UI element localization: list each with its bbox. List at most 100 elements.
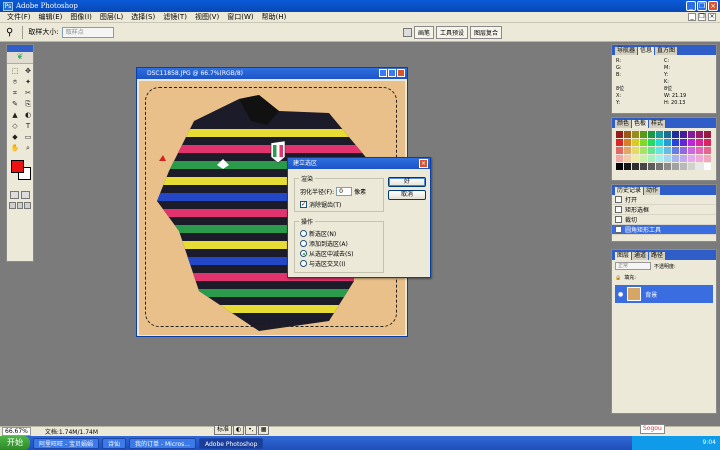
- tab-brushes[interactable]: 画笔: [413, 26, 434, 39]
- document-title-bar[interactable]: DSC11858.JPG @ 66.7%(RGB/8): [137, 68, 407, 79]
- menu-help[interactable]: 帮助(H): [258, 12, 291, 22]
- color-swatch[interactable]: [656, 147, 663, 154]
- menu-select[interactable]: 选择(S): [127, 12, 159, 22]
- color-swatch[interactable]: [632, 131, 639, 138]
- shape-tool-icon[interactable]: ▭: [22, 132, 34, 142]
- lasso-tool-icon[interactable]: ⌾: [9, 77, 21, 87]
- radio-intersect-selection[interactable]: 与选区交叉(I): [300, 259, 345, 268]
- color-swatch[interactable]: [656, 163, 663, 170]
- task-button[interactable]: 诗仙: [101, 437, 126, 449]
- color-swatch[interactable]: [704, 147, 711, 154]
- color-swatch[interactable]: [672, 155, 679, 162]
- color-swatch[interactable]: [656, 155, 663, 162]
- color-swatch[interactable]: [632, 163, 639, 170]
- quick-mask-icon[interactable]: [21, 191, 30, 199]
- color-swatch[interactable]: [616, 147, 623, 154]
- radio-intersect-selection-button[interactable]: [300, 260, 307, 267]
- feather-logo-icon[interactable]: ❦: [7, 52, 33, 64]
- doc-window-minimize-icon[interactable]: [379, 69, 387, 77]
- color-swatch[interactable]: [680, 131, 687, 138]
- toolbox-header[interactable]: [7, 45, 33, 52]
- color-swatch[interactable]: [624, 147, 631, 154]
- color-swatch[interactable]: [696, 147, 703, 154]
- color-swatch[interactable]: [640, 155, 647, 162]
- doc-window-maximize-icon[interactable]: [388, 69, 396, 77]
- tab-navigator[interactable]: 导航器: [615, 47, 638, 55]
- zoom-field[interactable]: 66.67%: [2, 427, 31, 436]
- color-swatch[interactable]: [704, 139, 711, 146]
- zoom-tool-icon[interactable]: ⌕: [22, 143, 34, 153]
- history-item[interactable]: 裁切: [612, 215, 716, 225]
- hand-tool-icon[interactable]: ✋: [9, 143, 21, 153]
- color-swatch[interactable]: [624, 139, 631, 146]
- restore-icon[interactable]: ❐: [697, 1, 707, 11]
- history-item[interactable]: 打开: [612, 195, 716, 205]
- color-swatch[interactable]: [672, 131, 679, 138]
- color-swatch[interactable]: [696, 131, 703, 138]
- tab-swatches[interactable]: 色板: [632, 120, 649, 128]
- palette-well-icon[interactable]: [402, 28, 412, 37]
- type-tool-icon[interactable]: T: [22, 121, 34, 131]
- close-icon[interactable]: ×: [708, 1, 718, 11]
- pen-tool-icon[interactable]: ◆: [9, 132, 21, 142]
- color-swatch[interactable]: [616, 163, 623, 170]
- marquee-tool-icon[interactable]: ⬚: [9, 66, 21, 76]
- tab-layer-comps[interactable]: 图层复合: [469, 26, 502, 39]
- color-swatch[interactable]: [616, 139, 623, 146]
- eye-icon[interactable]: ●: [618, 291, 623, 298]
- dialog-close-icon[interactable]: ×: [419, 159, 428, 168]
- dialog-title-bar[interactable]: 建立选区 ×: [288, 158, 430, 169]
- color-swatch[interactable]: [696, 139, 703, 146]
- color-swatch[interactable]: [648, 147, 655, 154]
- tab-actions[interactable]: 动作: [644, 187, 661, 195]
- color-swatch[interactable]: [672, 139, 679, 146]
- menu-file[interactable]: 文件(F): [3, 12, 35, 22]
- history-item[interactable]: 矩形选框: [612, 205, 716, 215]
- color-swatch[interactable]: [640, 163, 647, 170]
- color-swatch[interactable]: [624, 155, 631, 162]
- lock-icon[interactable]: 🔒: [615, 275, 621, 281]
- stamp-tool-icon[interactable]: ⎘: [22, 99, 34, 109]
- start-button[interactable]: 开始: [0, 436, 30, 450]
- color-swatch[interactable]: [696, 155, 703, 162]
- color-swatch[interactable]: [704, 131, 711, 138]
- color-swatch[interactable]: [688, 139, 695, 146]
- color-swatch[interactable]: [616, 131, 623, 138]
- color-swatch[interactable]: [680, 139, 687, 146]
- screen-mode-standard-icon[interactable]: [9, 202, 16, 209]
- sample-size-select[interactable]: 取样点: [61, 26, 114, 38]
- ime-keyboard-icon[interactable]: ▦: [257, 425, 270, 435]
- ime-width-toggle[interactable]: ◐: [233, 425, 245, 435]
- color-swatch[interactable]: [640, 139, 647, 146]
- menu-filter[interactable]: 滤镜(T): [159, 12, 191, 22]
- foreground-color-swatch[interactable]: [11, 160, 24, 173]
- color-swatch[interactable]: [664, 163, 671, 170]
- doc-restore-icon[interactable]: ❐: [698, 13, 706, 21]
- color-swatch[interactable]: [648, 139, 655, 146]
- color-swatch[interactable]: [640, 131, 647, 138]
- doc-minimize-icon[interactable]: _: [688, 13, 696, 21]
- magic-wand-tool-icon[interactable]: ✦: [22, 77, 34, 87]
- move-tool-icon[interactable]: ✥: [22, 66, 34, 76]
- color-swatch[interactable]: [632, 147, 639, 154]
- slice-tool-icon[interactable]: ✂: [22, 88, 34, 98]
- ok-button[interactable]: 好: [388, 177, 426, 187]
- color-swatch[interactable]: [688, 147, 695, 154]
- cancel-button[interactable]: 取消: [388, 190, 426, 200]
- color-swatch[interactable]: [624, 131, 631, 138]
- brush-tool-icon[interactable]: ✎: [9, 99, 21, 109]
- menu-edit[interactable]: 编辑(E): [35, 12, 67, 22]
- color-swatch[interactable]: [696, 163, 703, 170]
- color-swatch[interactable]: [680, 163, 687, 170]
- tab-history[interactable]: 历史记录: [615, 187, 644, 195]
- ime-punct-toggle[interactable]: •,: [245, 425, 257, 435]
- tab-paths[interactable]: 路径: [649, 252, 666, 260]
- color-swatch[interactable]: [656, 139, 663, 146]
- task-button-photoshop[interactable]: Adobe Photoshop: [198, 437, 264, 449]
- color-swatch[interactable]: [680, 147, 687, 154]
- task-button[interactable]: 我的订单 - Micros...: [129, 437, 196, 449]
- color-swatch[interactable]: [648, 155, 655, 162]
- doc-close-icon[interactable]: ×: [708, 13, 716, 21]
- radio-add-selection[interactable]: 添加到选区(A): [300, 239, 348, 248]
- color-swatch[interactable]: [640, 147, 647, 154]
